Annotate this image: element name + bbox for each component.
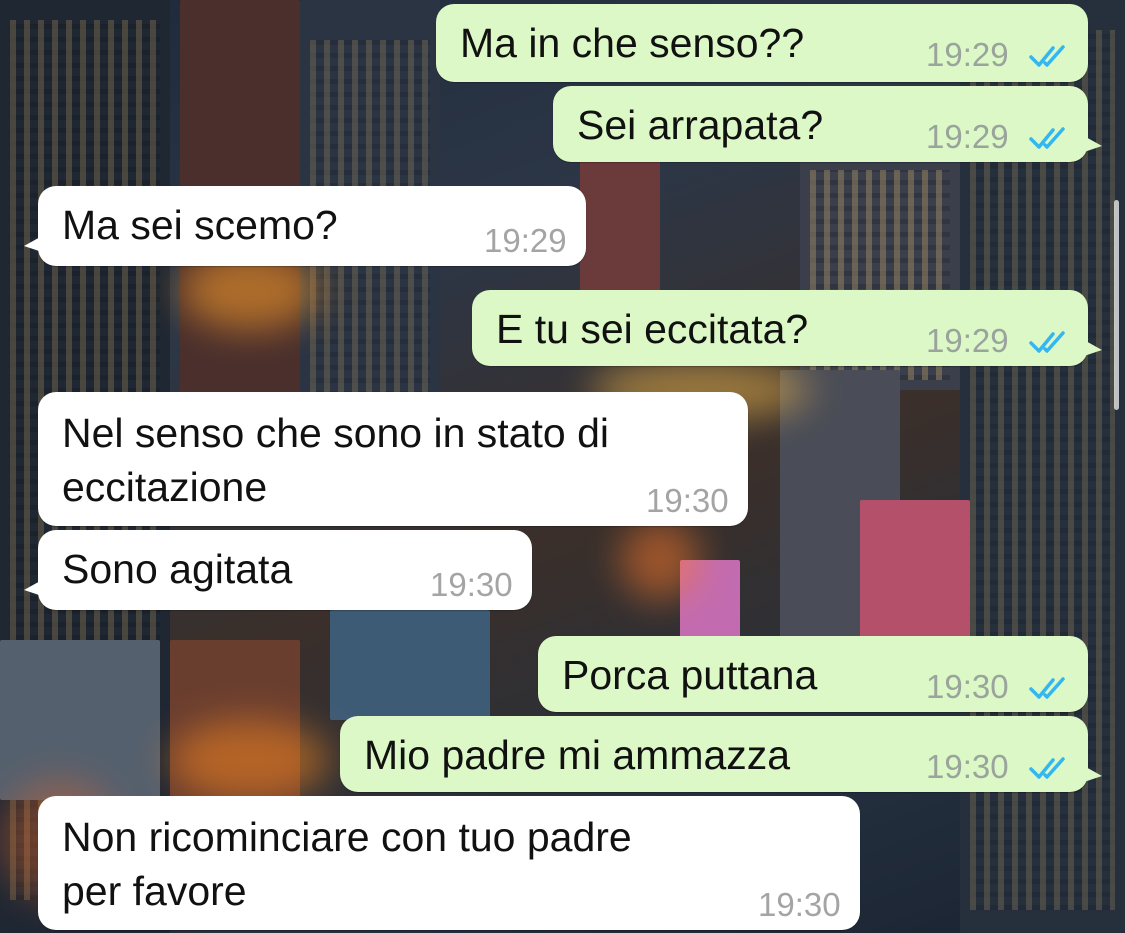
outgoing-message[interactable]: Porca puttana 19:30 (538, 636, 1088, 712)
incoming-message[interactable]: Sono agitata 19:30 (24, 530, 532, 610)
double-check-icon (1029, 757, 1065, 779)
incoming-message[interactable]: Nel senso che sono in stato di eccitazio… (38, 392, 748, 526)
message-text: Sono agitata (62, 546, 293, 592)
message-text: Non ricominciare con tuo padre per favor… (62, 814, 632, 914)
message-time: 19:29 (926, 118, 1009, 155)
message-text: Porca puttana (562, 652, 818, 698)
outgoing-message[interactable]: Ma in che senso?? 19:29 (436, 4, 1088, 82)
message-time: 19:29 (484, 222, 567, 259)
message-text: Ma in che senso?? (460, 20, 805, 66)
double-check-icon (1029, 45, 1065, 67)
double-check-icon (1029, 127, 1065, 149)
message-time: 19:29 (926, 322, 1009, 359)
message-time: 19:30 (926, 668, 1009, 705)
incoming-message[interactable]: Non ricominciare con tuo padre per favor… (38, 796, 860, 930)
incoming-message[interactable]: Ma sei scemo? 19:29 (24, 186, 586, 266)
outgoing-message[interactable]: Sei arrapata? 19:29 (553, 86, 1102, 162)
message-text: E tu sei eccitata? (496, 306, 809, 352)
message-time: 19:30 (646, 482, 729, 519)
message-time: 19:30 (758, 886, 841, 923)
bubble-tail (24, 580, 42, 596)
message-time: 19:30 (926, 748, 1009, 785)
double-check-icon (1029, 331, 1065, 353)
message-text: Ma sei scemo? (62, 202, 338, 248)
scroll-indicator[interactable] (1114, 200, 1119, 410)
bubble-tail (1084, 136, 1102, 152)
message-text: Nel senso che sono in stato di eccitazio… (62, 410, 609, 510)
message-text: Mio padre mi ammazza (364, 732, 791, 778)
outgoing-message[interactable]: E tu sei eccitata? 19:29 (472, 290, 1102, 366)
message-time: 19:30 (430, 566, 513, 603)
bubble-tail (24, 236, 42, 252)
message-text: Sei arrapata? (577, 102, 824, 148)
bubble-tail (1084, 340, 1102, 356)
outgoing-message[interactable]: Mio padre mi ammazza 19:30 (340, 716, 1102, 792)
bubble-tail (1084, 766, 1102, 782)
double-check-icon (1029, 677, 1065, 699)
message-time: 19:29 (926, 36, 1009, 73)
